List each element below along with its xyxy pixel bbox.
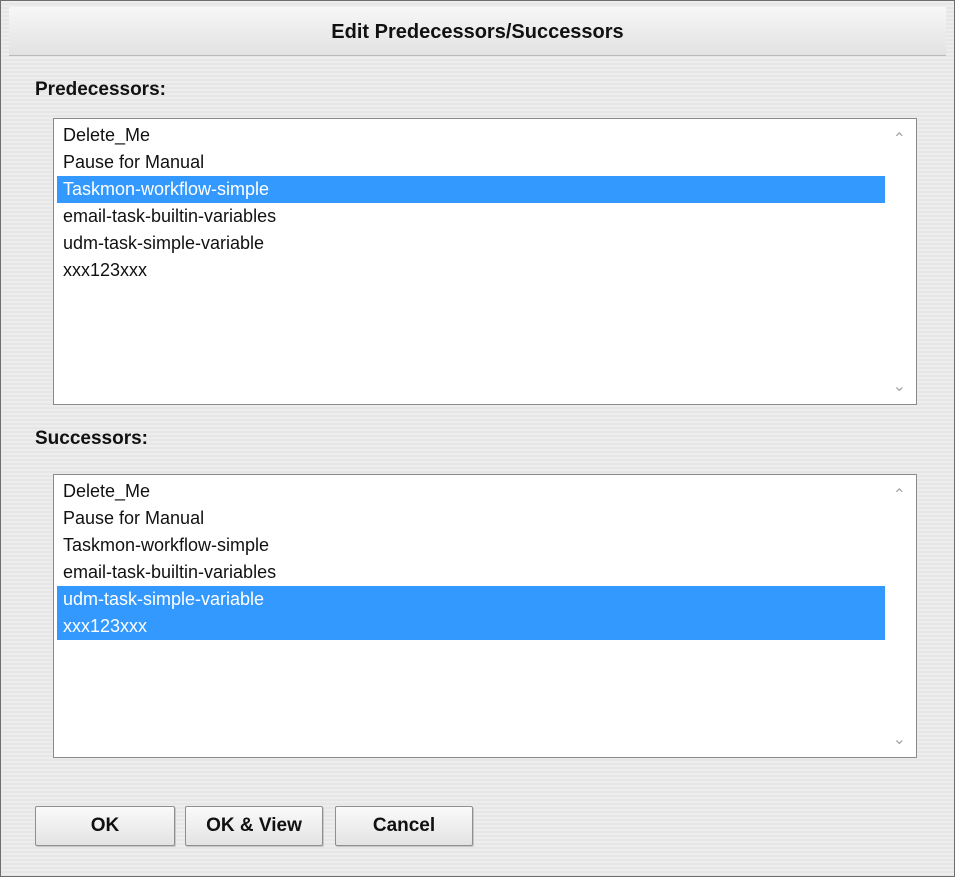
successors-label: Successors: [35, 428, 149, 449]
predecessor-item-3[interactable]: email-task-builtin-variables [57, 203, 885, 230]
ok-button[interactable]: OK [35, 806, 175, 846]
predecessor-item-0[interactable]: Delete_Me [57, 122, 885, 149]
predecessors-items: Delete_Me Pause for Manual Taskmon-workf… [57, 122, 885, 284]
dialog-title: Edit Predecessors/Successors [9, 7, 946, 56]
successor-item-1[interactable]: Pause for Manual [57, 505, 885, 532]
cancel-button[interactable]: Cancel [335, 806, 473, 846]
successors-items: Delete_Me Pause for Manual Taskmon-workf… [57, 478, 885, 640]
edit-predecessors-successors-dialog: Edit Predecessors/Successors Predecessor… [0, 0, 955, 877]
predecessors-listbox[interactable]: Delete_Me Pause for Manual Taskmon-workf… [53, 118, 917, 405]
predecessor-item-4[interactable]: udm-task-simple-variable [57, 230, 885, 257]
ok-and-view-button[interactable]: OK & View [185, 806, 323, 846]
chevron-up-icon[interactable]: ⌃ [893, 129, 906, 149]
successor-item-4[interactable]: udm-task-simple-variable [57, 586, 885, 613]
successor-item-3[interactable]: email-task-builtin-variables [57, 559, 885, 586]
successor-item-2[interactable]: Taskmon-workflow-simple [57, 532, 885, 559]
chevron-up-icon[interactable]: ⌃ [893, 485, 906, 505]
successor-item-0[interactable]: Delete_Me [57, 478, 885, 505]
chevron-down-icon[interactable]: ⌄ [893, 729, 906, 749]
successor-item-5[interactable]: xxx123xxx [57, 613, 885, 640]
predecessor-item-5[interactable]: xxx123xxx [57, 257, 885, 284]
chevron-down-icon[interactable]: ⌄ [893, 376, 906, 396]
predecessor-item-1[interactable]: Pause for Manual [57, 149, 885, 176]
predecessors-label: Predecessors: [35, 79, 166, 100]
successors-listbox[interactable]: Delete_Me Pause for Manual Taskmon-workf… [53, 474, 917, 758]
predecessor-item-2[interactable]: Taskmon-workflow-simple [57, 176, 885, 203]
